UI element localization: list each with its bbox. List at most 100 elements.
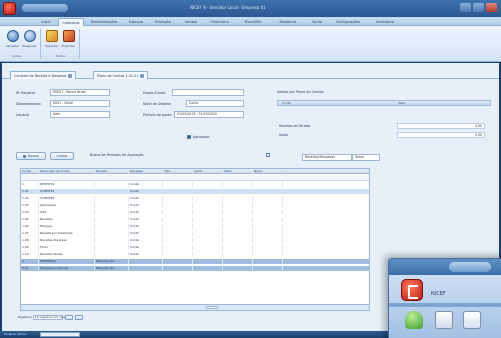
table-row[interactable]: 1.01 CLIENTES Conta bbox=[21, 189, 369, 194]
tab-relatorios[interactable]: Relatórios bbox=[272, 18, 304, 26]
tab-movimentacoes[interactable]: Movimentações bbox=[86, 18, 122, 26]
table-cell: Conta bbox=[129, 182, 163, 187]
grid-footer bbox=[21, 304, 369, 310]
prev-page-button[interactable] bbox=[64, 314, 73, 320]
tab-financeiro[interactable]: Financeiro bbox=[205, 18, 235, 26]
table-cell: ISSF bbox=[39, 210, 95, 215]
secondary-app-name: NICEF bbox=[431, 291, 446, 297]
table-row[interactable]: 1.05 Receitas Conta bbox=[21, 217, 369, 222]
grid-column-header[interactable]: Saldo bbox=[193, 169, 223, 174]
tab-ajuda[interactable]: Ajuda bbox=[308, 18, 326, 26]
export-icon bbox=[62, 30, 75, 42]
secondary-app-window[interactable]: NICEF bbox=[388, 258, 501, 338]
table-cell bbox=[163, 231, 193, 236]
depto-conta-field[interactable] bbox=[172, 89, 244, 96]
table-cell bbox=[95, 189, 129, 194]
table-cell: Estoque bbox=[39, 224, 95, 229]
ribbon-separator bbox=[79, 29, 80, 59]
registro-field[interactable]: 00001 - Banco Brasil bbox=[50, 89, 110, 96]
refresh-button[interactable]: Atualizar bbox=[5, 30, 20, 48]
table-cell: 2.01 bbox=[21, 266, 39, 271]
pager: Registros 10 registros por pág. bbox=[18, 314, 83, 320]
table-cell bbox=[163, 203, 193, 208]
grid-filter-row[interactable] bbox=[21, 175, 369, 181]
import-button[interactable]: Importar bbox=[44, 30, 59, 48]
tab-configuracoes[interactable]: Configurações bbox=[330, 18, 366, 26]
close-tab-icon[interactable] bbox=[68, 74, 73, 78]
receita-despesa-select[interactable]: Receitas/Despesas bbox=[302, 154, 352, 161]
secondary-ribbon-bar bbox=[389, 303, 501, 307]
table-row[interactable]: 2 DESPESAS Manutenção bbox=[21, 259, 369, 264]
table-cell: 1.10 bbox=[21, 252, 39, 257]
filter-select[interactable]: Todos bbox=[352, 154, 380, 161]
grid-column-header[interactable]: Nível bbox=[253, 169, 283, 174]
grid-column-header[interactable]: Despesa bbox=[129, 169, 163, 174]
table-cell: 1.05 bbox=[21, 217, 39, 222]
document-icon[interactable] bbox=[435, 311, 453, 329]
table-row[interactable]: 1.03 Aplicações Conta bbox=[21, 203, 369, 208]
periodo-field[interactable]: 01/03/2019 - 31/03/2019 bbox=[174, 111, 244, 118]
grid-column-header[interactable]: Receita bbox=[95, 169, 129, 174]
table-row[interactable]: 1 RECEITAS Conta bbox=[21, 182, 369, 187]
tab-vendas[interactable]: Vendas bbox=[180, 18, 202, 26]
refresh-icon bbox=[6, 30, 19, 42]
minimize-button[interactable] bbox=[460, 3, 471, 12]
grid-column-header[interactable]: Conta bbox=[21, 169, 39, 174]
search-action-button[interactable]: Buscar bbox=[16, 152, 46, 160]
page-size-select[interactable]: 10 registros por pág. bbox=[32, 314, 66, 320]
departamento-field[interactable]: 0001 - Geral bbox=[50, 100, 110, 107]
table-cell: RECEITAS bbox=[39, 182, 95, 187]
table-cell bbox=[253, 266, 283, 271]
grid-column-header[interactable]: Tipo bbox=[163, 169, 193, 174]
doc-tab-receita-despesa[interactable]: Controle de Receita e Despesa bbox=[10, 71, 77, 79]
table-row[interactable]: 1.10 Receitas Notas Conta bbox=[21, 252, 369, 257]
table-cell bbox=[95, 196, 129, 201]
dropdown-arrow-icon[interactable] bbox=[266, 153, 270, 157]
table-cell bbox=[253, 189, 283, 194]
next-page-button[interactable] bbox=[74, 314, 83, 320]
table-row[interactable]: 1.08 Receitas Diversas Conta bbox=[21, 238, 369, 243]
export-button[interactable]: Exportar bbox=[61, 30, 76, 48]
tab-cadastros[interactable]: Cadastros bbox=[58, 18, 84, 26]
table-cell bbox=[129, 266, 163, 271]
tab-assinatura[interactable]: Assinatura bbox=[370, 18, 400, 26]
table-cell bbox=[163, 217, 193, 222]
table-cell: Conta bbox=[129, 224, 163, 229]
clear-button[interactable]: Limpar bbox=[50, 152, 74, 160]
table-row[interactable]: 1.04 ISSF Conta bbox=[21, 210, 369, 215]
table-cell: Conta bbox=[129, 210, 163, 215]
quick-access-toolbar[interactable] bbox=[22, 4, 68, 12]
close-button[interactable] bbox=[486, 3, 497, 12]
grid-column-header[interactable]: Descrição da Conta bbox=[39, 169, 95, 174]
table-cell: 1.09 bbox=[21, 245, 39, 250]
app-logo-icon[interactable] bbox=[3, 2, 16, 15]
agrupado-checkbox[interactable] bbox=[187, 135, 191, 139]
tab-producao[interactable]: Produção bbox=[150, 18, 176, 26]
table-cell bbox=[223, 217, 253, 222]
search-button[interactable]: Pesquisar bbox=[22, 30, 37, 48]
magnify-icon[interactable] bbox=[463, 311, 481, 329]
table-row[interactable]: 1.02 CLIENTES Conta bbox=[21, 196, 369, 201]
table-row[interactable]: 2.01 Despesas Diversas Manutenção bbox=[21, 266, 369, 271]
table-row[interactable]: 1.09 Fluxo Conta bbox=[21, 245, 369, 250]
usuario-field[interactable]: Adm bbox=[50, 111, 110, 118]
table-cell bbox=[223, 182, 253, 187]
table-row[interactable]: 1.07 Receita por Prestação Conta bbox=[21, 231, 369, 236]
tab-inicio[interactable]: Início bbox=[36, 18, 56, 26]
doc-tab-plano-contas[interactable]: Plano de Contas 1.01.01 bbox=[93, 71, 149, 79]
table-cell bbox=[193, 189, 223, 194]
secondary-quick-access[interactable] bbox=[449, 262, 491, 272]
table-cell: 1.04 bbox=[21, 210, 39, 215]
table-row[interactable]: 1.06 Estoque Conta bbox=[21, 224, 369, 229]
table-cell bbox=[163, 238, 193, 243]
nivel-field[interactable]: Conta bbox=[186, 100, 244, 107]
grid-column-header[interactable]: Valor bbox=[223, 169, 253, 174]
table-cell: CLIENTES bbox=[39, 189, 95, 194]
maximize-button[interactable] bbox=[473, 3, 484, 12]
tab-fiscal[interactable]: Fiscal/NFe bbox=[238, 18, 268, 26]
tab-estoque[interactable]: Estoque bbox=[124, 18, 148, 26]
close-tab-icon[interactable] bbox=[140, 74, 145, 78]
accounts-grid: Conta Descrição da Conta Receita Despesa… bbox=[20, 168, 370, 311]
window-controls bbox=[460, 3, 497, 12]
database-icon[interactable] bbox=[405, 311, 423, 329]
